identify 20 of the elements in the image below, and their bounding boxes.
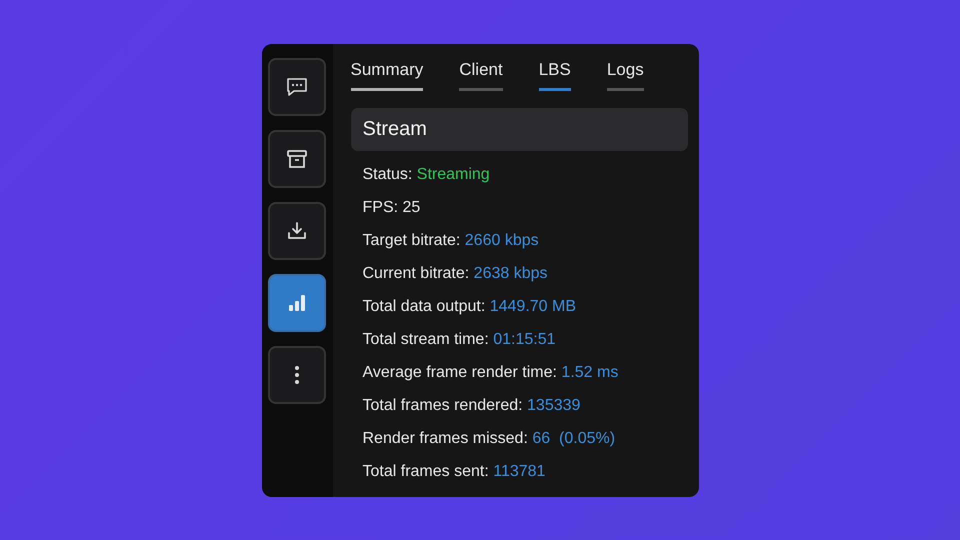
sidebar-button[interactable]: [268, 202, 326, 260]
more-icon: [295, 366, 299, 384]
stat-line: Total stream time: 01:15:51: [362, 330, 556, 350]
stat-line: Status: Streaming: [362, 164, 491, 184]
stat-line: Average frame render time: 1.52 ms: [362, 362, 620, 382]
stat-line: FPS: 25: [362, 198, 422, 218]
sidebar-button[interactable]: [268, 274, 326, 332]
stat-line: Total frames sent: 113781: [362, 462, 546, 482]
tab[interactable]: Summary: [350, 58, 424, 90]
section-header: Stream: [350, 108, 688, 150]
tab[interactable]: LBS: [538, 58, 571, 90]
stat-line: Total data output: 1449.70 MB: [362, 296, 577, 316]
tab[interactable]: Client: [459, 58, 503, 90]
sidebar-button[interactable]: [268, 130, 326, 188]
stat-line: Render frames missed: 66 (0.05%): [362, 428, 616, 448]
stat-line: Current bitrate: 2638 kbps: [362, 264, 549, 284]
stat-line: Target bitrate: 2660 kbps: [362, 230, 540, 250]
sidebar-button[interactable]: [268, 58, 326, 116]
stat-line: Total frames rendered: 135339: [362, 396, 582, 416]
tab[interactable]: Logs: [606, 58, 644, 90]
